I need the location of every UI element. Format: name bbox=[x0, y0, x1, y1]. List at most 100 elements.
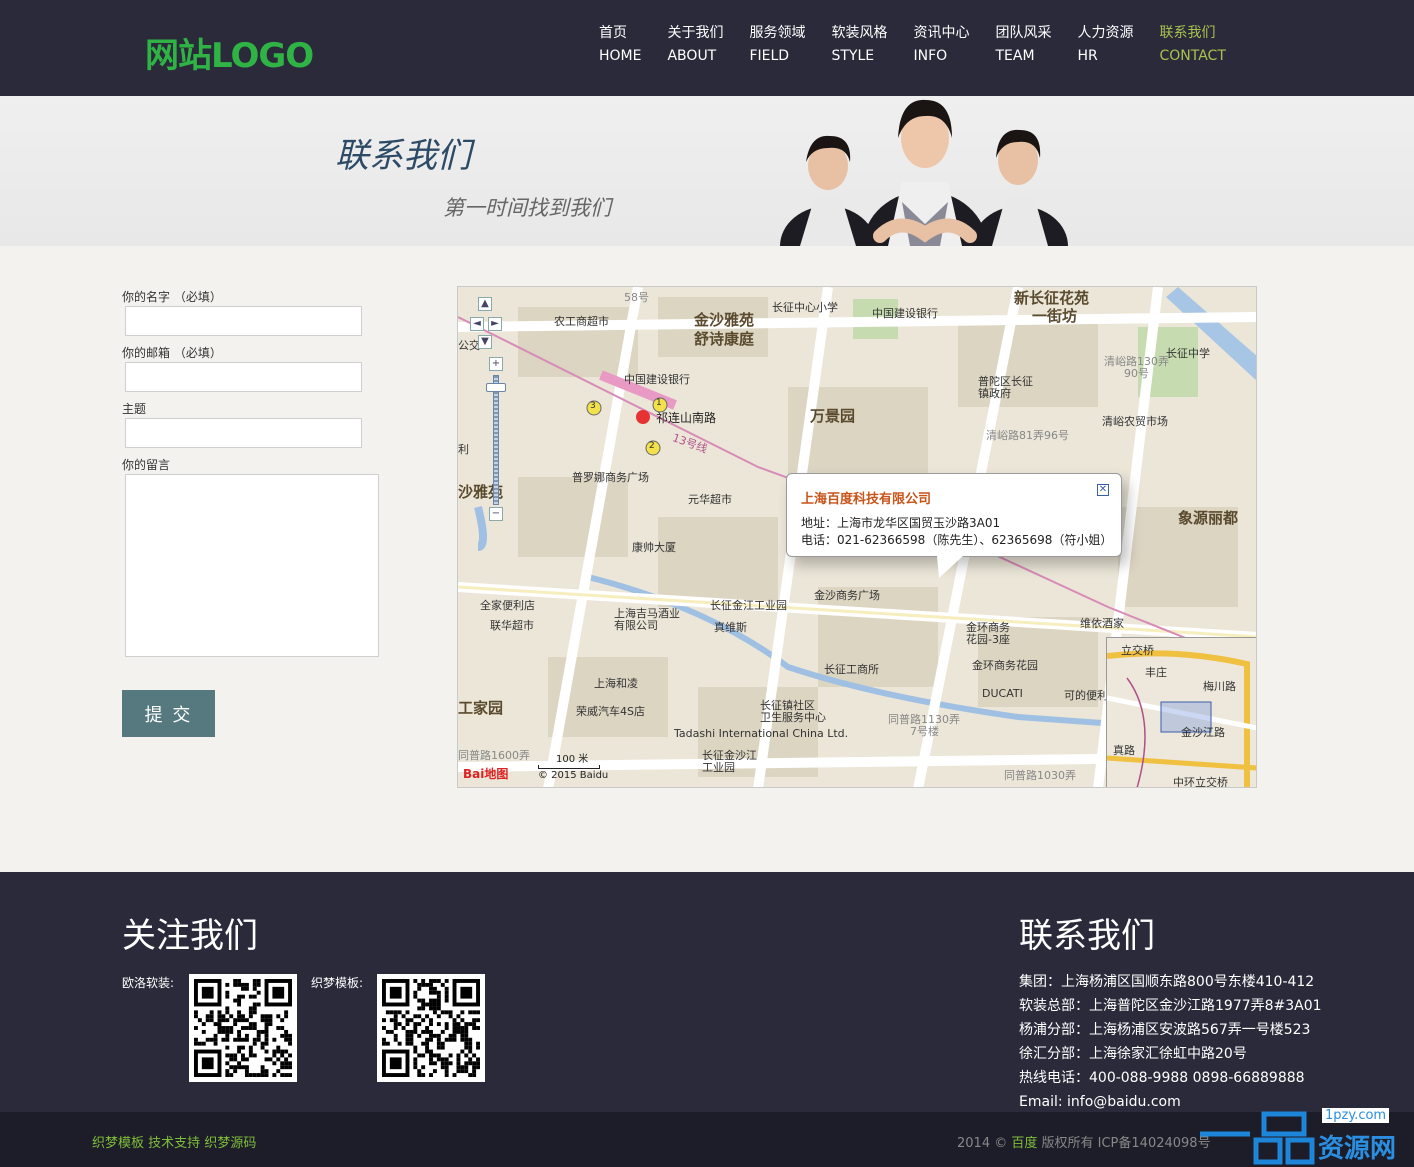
bottom-link-dedecms-source[interactable]: 织梦源码 bbox=[204, 1136, 256, 1151]
bottom-link-tech-support[interactable]: 技术支持 bbox=[148, 1136, 200, 1151]
contact-info-list: 集团：上海杨浦区国顺东路800号东楼410-412 软装总部：上海普陀区金沙江路… bbox=[1019, 970, 1322, 1114]
map-label-jinsha-yayuan: 金沙雅苑 bbox=[694, 311, 755, 329]
qr-code-2 bbox=[377, 974, 485, 1082]
map-scale-text: 100 米 bbox=[556, 754, 589, 765]
message-textarea[interactable] bbox=[125, 474, 379, 657]
baidu-map-logo[interactable]: Bai地图 bbox=[463, 765, 508, 782]
nav-item-team[interactable]: 团队风采 TEAM bbox=[995, 22, 1051, 68]
nav-item-cn-label: 资讯中心 bbox=[913, 25, 970, 41]
main-nav: 首页 HOME 关于我们 ABOUT 服务领域 FIELD 软装风格 STYLE 资讯中心 INF… bbox=[599, 22, 1252, 68]
nav-item-cn-label: 关于我们 bbox=[667, 25, 724, 41]
map-label-wanjingyuan: 万景园 bbox=[810, 407, 856, 425]
map-copyright: © 2015 Baidu bbox=[538, 770, 609, 781]
pan-right-icon[interactable]: ► bbox=[488, 317, 502, 331]
nav-item-cn-label: 首页 bbox=[599, 25, 627, 41]
nav-item-info[interactable]: 资讯中心 INFO bbox=[913, 22, 969, 68]
contact-line: 热线电话：400-088-9988 0898-66889888 bbox=[1019, 1070, 1305, 1086]
nav-item-about[interactable]: 关于我们 ABOUT bbox=[667, 22, 723, 68]
email-input[interactable] bbox=[125, 362, 362, 392]
nav-item-cn-label: 联系我们 bbox=[1159, 25, 1216, 41]
map-label-shanghai-heling: 上海和凌 bbox=[594, 677, 638, 690]
map-label-lianhua: 联华超市 bbox=[490, 619, 534, 632]
pan-down-icon[interactable]: ▼ bbox=[478, 335, 492, 349]
nav-item-en-label: HOME bbox=[599, 48, 642, 64]
map-label-ccb-2: 中国建设银行 bbox=[872, 307, 938, 320]
map-label-7haolou: 7号楼 bbox=[910, 725, 939, 738]
nav-item-contact[interactable]: 联系我们 CONTACT bbox=[1159, 22, 1225, 68]
map-label-58hao: 58号 bbox=[624, 291, 649, 304]
popup-address: 地址：上海市龙华区国贸玉沙路3A01 bbox=[801, 516, 1001, 530]
copyright-suffix: 版权所有 ICP备14024098号 bbox=[1041, 1136, 1211, 1151]
map-overview-minimap[interactable]: 丰庄 梅川路 金沙江路 中环立交桥 真路 立交桥 bbox=[1106, 637, 1256, 787]
map-label-xiangyuan-lidu: 象源丽都 bbox=[1178, 509, 1239, 527]
name-label: 你的名字 （必填） bbox=[122, 290, 222, 304]
customer-service-people-image bbox=[780, 99, 1068, 246]
nav-item-home[interactable]: 首页 HOME bbox=[599, 22, 641, 68]
zoom-slider-thumb[interactable] bbox=[486, 383, 506, 392]
site-logo[interactable]: 网站LOGO bbox=[145, 28, 314, 77]
baidu-map[interactable]: 3 1 2 金沙雅苑 舒诗康庭 万景园 新长征花苑 一街坊 象源丽都 祁连山南路… bbox=[457, 286, 1257, 788]
map-label-youxian: 有限公司 bbox=[614, 619, 658, 632]
email-label: 你的邮箱 （必填） bbox=[122, 346, 222, 360]
marker-2: 2 bbox=[649, 441, 655, 451]
minimap-label-fengzhuang: 丰庄 bbox=[1145, 666, 1167, 679]
map-label-90hao: 90号 bbox=[1124, 367, 1149, 380]
copyright-brand-link[interactable]: 百度 bbox=[1011, 1136, 1037, 1151]
qr-code-1-image bbox=[194, 979, 292, 1077]
minimap-label-zhenlu: 真路 bbox=[1113, 744, 1135, 757]
popup-phone: 电话：021-62366598（陈先生）、62365698（符小姐） bbox=[801, 533, 1113, 547]
nav-item-en-label: ABOUT bbox=[667, 48, 717, 64]
map-label-gongjiayuan: 工家园 bbox=[458, 699, 504, 717]
map-scale-bar bbox=[538, 765, 600, 769]
pan-up-icon[interactable]: ▲ bbox=[478, 297, 492, 311]
subject-input[interactable] bbox=[125, 418, 362, 448]
nav-item-cn-label: 人力资源 bbox=[1077, 25, 1134, 41]
map-label-changzheng-gongshang: 长征工商所 bbox=[824, 663, 879, 676]
minimap-label-lijiaoqiao: 立交桥 bbox=[1121, 644, 1154, 657]
nav-item-cn-label: 团队风采 bbox=[995, 25, 1052, 41]
map-label-puluona: 普罗娜商务广场 bbox=[572, 471, 649, 484]
zoom-out-icon[interactable]: − bbox=[489, 507, 503, 521]
map-label-qilianshan-road: 祁连山南路 bbox=[656, 411, 717, 425]
nav-item-en-label: INFO bbox=[913, 48, 948, 64]
contact-form: 你的名字 （必填） 你的邮箱 （必填） 主题 你的留言 bbox=[122, 288, 382, 657]
watermark-domain: 1pzy.com bbox=[1322, 1108, 1390, 1123]
follow-us-title: 关注我们 bbox=[122, 916, 258, 956]
nav-item-field[interactable]: 服务领域 FIELD bbox=[749, 22, 805, 68]
submit-button[interactable]: 提 交 bbox=[122, 690, 215, 737]
map-label-li: 利 bbox=[458, 443, 469, 456]
map-label-tongpu-1600: 同普路1600弄 bbox=[458, 749, 530, 762]
nav-item-en-label: CONTACT bbox=[1159, 48, 1226, 64]
close-icon[interactable]: ✕ bbox=[1097, 484, 1109, 496]
nav-item-en-label: STYLE bbox=[831, 48, 875, 64]
pan-left-icon[interactable]: ◄ bbox=[470, 317, 484, 331]
map-label-familymart: 全家便利店 bbox=[480, 599, 535, 612]
minimap-label-zhonghuan: 中环立交桥 bbox=[1173, 776, 1228, 787]
message-label: 你的留言 bbox=[122, 458, 171, 472]
site-footer: 关注我们 欧洛软装: 织梦模板: 联系我们 集团：上海杨浦区国顺东路800号东楼… bbox=[0, 872, 1414, 1112]
map-label-tongpu-1030: 同普路1030弄 bbox=[1004, 769, 1076, 782]
zoom-slider[interactable] bbox=[493, 375, 499, 505]
map-label-ducati: DUCATI bbox=[982, 687, 1023, 700]
copyright-text: 2014 © 百度 版权所有 ICP备14024098号 bbox=[957, 1132, 1211, 1151]
map-label-qingyu-81: 清峪路81弄96号 bbox=[986, 429, 1069, 442]
qr-code-1 bbox=[189, 974, 297, 1082]
map-label-jinsha-business: 金沙商务广场 bbox=[814, 589, 880, 602]
bottom-link-dedecms-template[interactable]: 织梦模板 bbox=[92, 1136, 144, 1151]
popup-company-name: 上海百度科技有限公司 bbox=[801, 492, 932, 507]
map-label-changzheng-primary: 长征中心小学 bbox=[772, 301, 838, 314]
map-label-changzheng-middle: 长征中学 bbox=[1166, 347, 1210, 360]
nav-item-style[interactable]: 软装风格 STYLE bbox=[831, 22, 887, 68]
map-label-yuanhua: 元华超市 bbox=[688, 493, 732, 506]
nav-item-hr[interactable]: 人力资源 HR bbox=[1077, 22, 1133, 68]
zoom-in-icon[interactable]: + bbox=[489, 357, 503, 371]
map-label-yijiefang: 一街坊 bbox=[1032, 307, 1078, 325]
minimap-roads bbox=[1107, 638, 1256, 787]
banner-title: 联系我们 bbox=[335, 136, 471, 176]
marker-1: 1 bbox=[656, 398, 662, 408]
map-label-nonggongshang: 农工商超市 bbox=[554, 315, 609, 328]
map-label-kede: 可的便利 bbox=[1064, 689, 1108, 702]
map-label-weiyi-restaurant: 维依酒家 bbox=[1080, 617, 1124, 630]
qr-code-2-image bbox=[382, 979, 480, 1077]
name-input[interactable] bbox=[125, 306, 362, 336]
